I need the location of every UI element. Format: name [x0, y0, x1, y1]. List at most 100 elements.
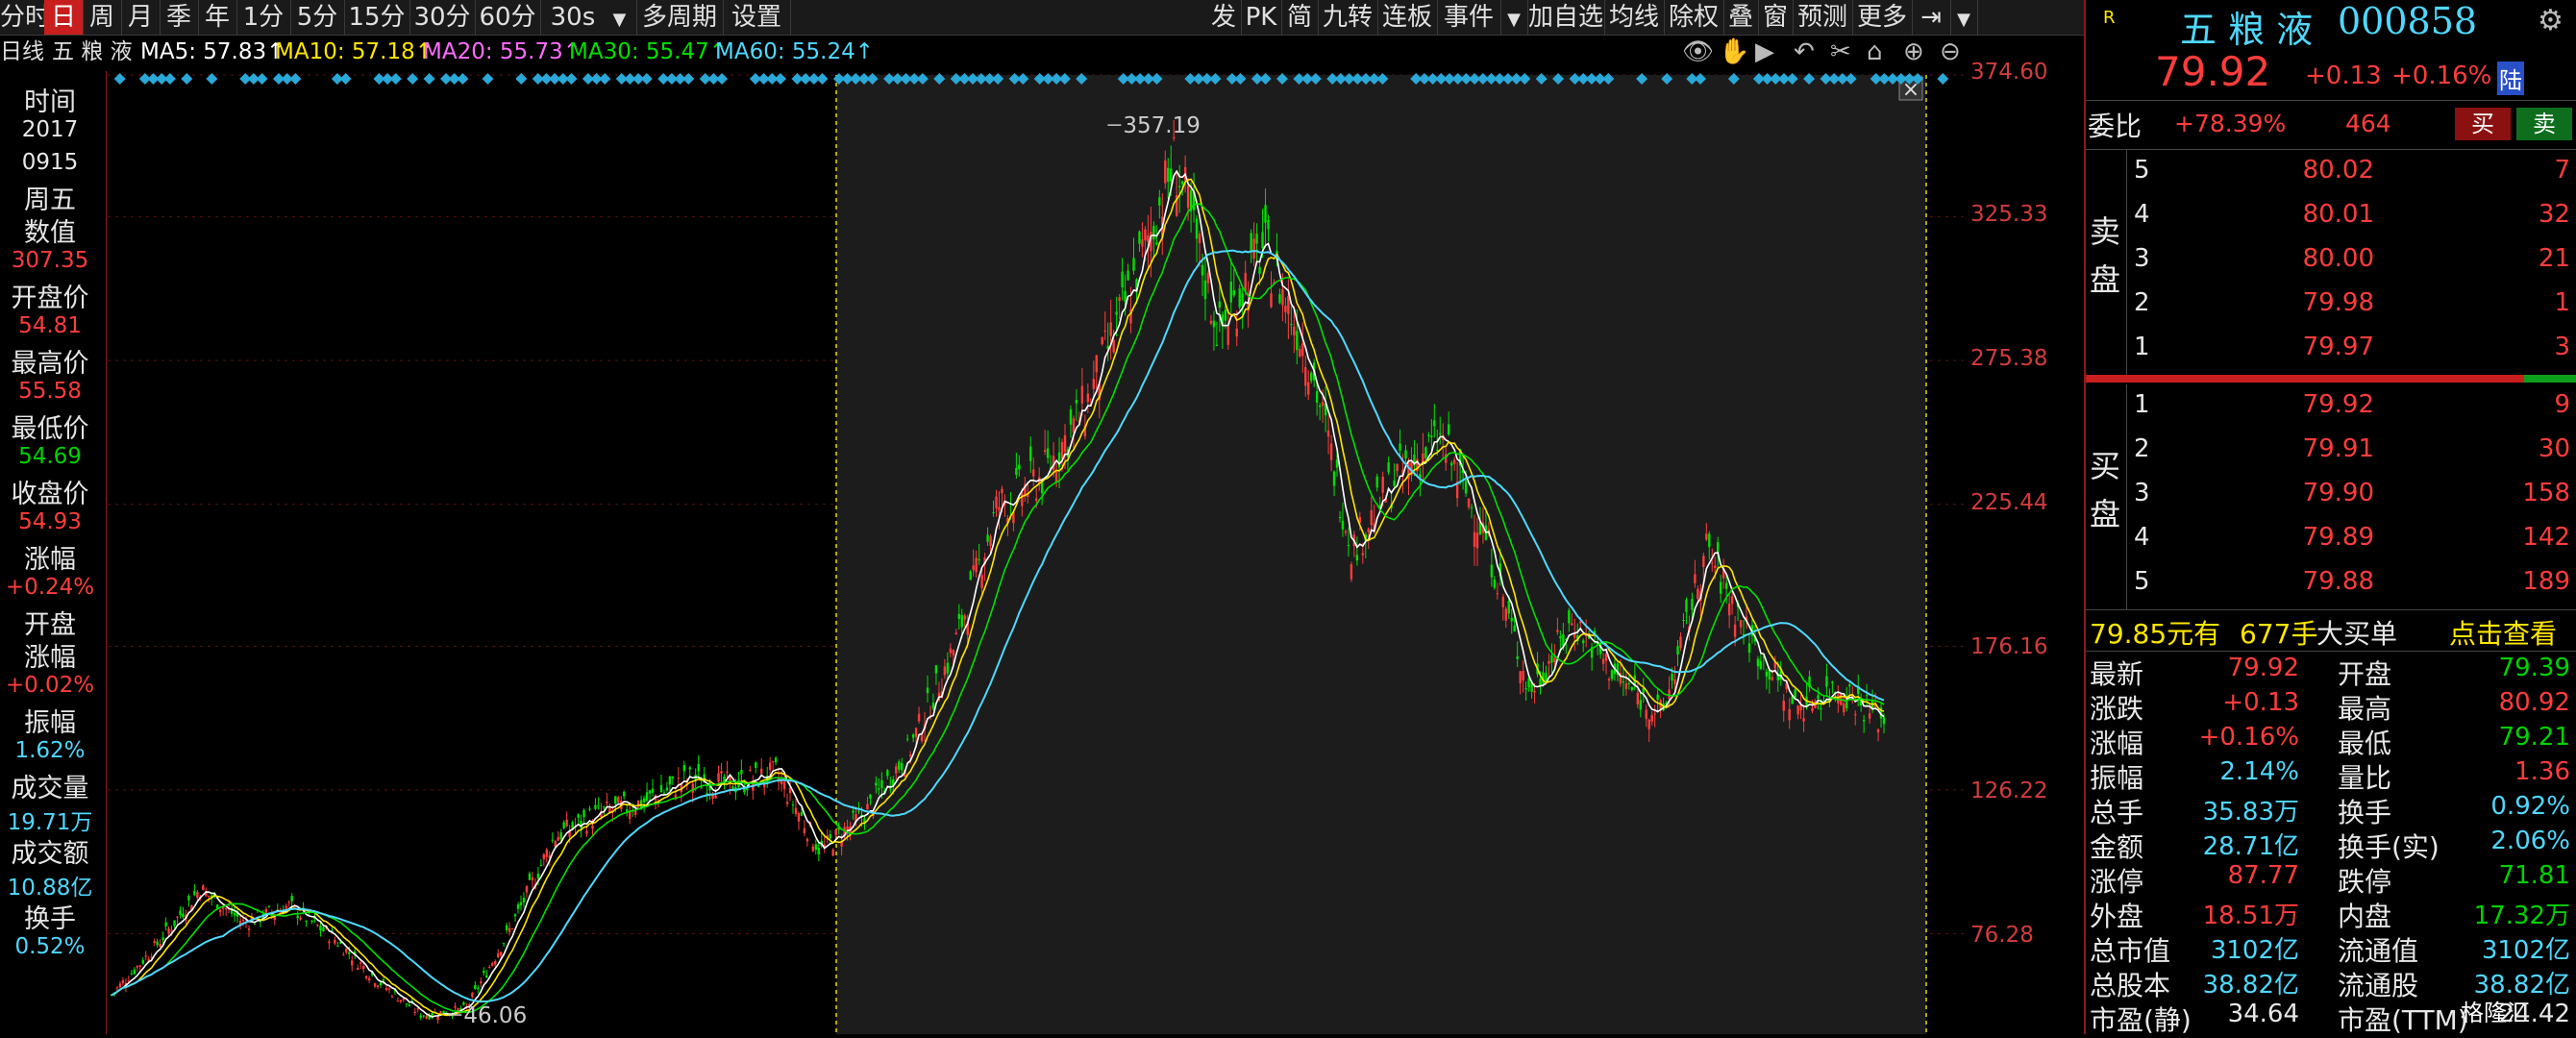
event-diamond[interactable]	[256, 73, 268, 85]
ask-price[interactable]: 80.02	[2278, 156, 2374, 185]
candle-body	[322, 927, 325, 931]
candle-body	[376, 985, 380, 988]
zoom-in-icon[interactable]: ⊕	[1903, 37, 1924, 67]
price-axis-label: 76.28	[1970, 923, 2034, 948]
candle-body	[1264, 205, 1267, 223]
candle-body	[176, 916, 179, 918]
candle-body	[413, 1011, 416, 1013]
candle-body	[1326, 430, 1330, 437]
stat-value: 80.92	[2498, 688, 2570, 717]
sell-button[interactable]: 卖	[2516, 108, 2572, 140]
multi-period-button[interactable]: 多周期	[636, 0, 724, 35]
big-order-view-link[interactable]: 点击查看	[2449, 613, 2557, 652]
period-tab[interactable]: 60分	[475, 0, 541, 35]
tool-button[interactable]: 预测	[1793, 0, 1853, 35]
stat-value: 0.92%	[2490, 792, 2570, 821]
bid-price[interactable]: 79.91	[2278, 434, 2374, 463]
period-tab[interactable]: 年	[198, 0, 237, 35]
stat-label: 跌停	[2338, 866, 2392, 898]
event-diamond[interactable]	[181, 73, 193, 85]
candle-body	[196, 892, 199, 899]
play-icon[interactable]: ▶	[1755, 37, 1774, 67]
candle-body	[1232, 289, 1235, 296]
chevron-down-icon[interactable]: ▼	[1950, 0, 1978, 35]
period-tab[interactable]: 月	[121, 0, 161, 35]
event-diamond[interactable]	[289, 73, 302, 85]
period-tab[interactable]: 1分	[236, 0, 291, 35]
tool-button[interactable]: 连板	[1377, 0, 1438, 35]
tool-button[interactable]: 事件	[1437, 0, 1501, 35]
tool-button[interactable]: 窗	[1758, 0, 1794, 35]
bid-price[interactable]: 79.92	[2278, 390, 2374, 419]
candle-body	[1318, 406, 1322, 408]
bid-price[interactable]: 79.89	[2278, 523, 2374, 552]
lock-icon[interactable]: ⌂	[1867, 37, 1883, 67]
exit-icon[interactable]: ⇥	[1912, 0, 1951, 35]
eye-icon[interactable]: 👁	[1682, 37, 1714, 67]
tool-button[interactable]: 叠	[1723, 0, 1759, 35]
event-diamond[interactable]	[457, 73, 469, 85]
candle-body	[316, 925, 319, 927]
tool-button[interactable]: PK	[1241, 0, 1282, 35]
kline-chart[interactable]: × 357.19 46.06	[108, 69, 1967, 1034]
candle-body	[1811, 707, 1814, 712]
selection-range[interactable]	[836, 75, 1926, 1034]
bid-price[interactable]: 79.90	[2278, 479, 2374, 507]
hand-icon[interactable]: ✋	[1719, 37, 1749, 67]
period-dropdown[interactable]: 30s ▼	[540, 0, 637, 35]
candle-body	[1533, 690, 1536, 693]
tool-button[interactable]: 简	[1281, 0, 1319, 35]
buy-button[interactable]: 买	[2455, 108, 2511, 140]
candle-body	[193, 890, 196, 896]
period-label: 日线	[0, 39, 44, 64]
event-diamond[interactable]	[816, 73, 829, 85]
bid-price[interactable]: 79.88	[2278, 567, 2374, 596]
candle-body	[364, 976, 368, 979]
undo-icon[interactable]: ↶	[1794, 37, 1815, 67]
turnover-value: 0.52%	[14, 934, 86, 959]
volume-value: 19.71万	[7, 810, 93, 835]
settings-button[interactable]: 设置	[723, 0, 791, 35]
gear-icon[interactable]: ⚙	[2538, 4, 2564, 37]
tool-button[interactable]: 九转	[1318, 0, 1378, 35]
zoom-out-icon[interactable]: ⊖	[1940, 37, 1961, 67]
add-watchlist-button[interactable]: 加自选	[1527, 0, 1605, 35]
ask-price[interactable]: 79.97	[2278, 333, 2374, 361]
period-tab-day[interactable]: 日	[44, 0, 84, 35]
big-order-type: 大买单	[2316, 618, 2398, 650]
period-tab[interactable]: 30分	[409, 0, 476, 35]
ask-price[interactable]: 80.00	[2278, 244, 2374, 273]
stat-value: 79.92	[2227, 654, 2299, 682]
bid-level: 3	[2134, 479, 2150, 507]
period-tab[interactable]: 5分	[290, 0, 345, 35]
sell-label-box: 卖盘	[2086, 150, 2127, 375]
candle-body	[1882, 717, 1886, 725]
tool-button[interactable]: 均线	[1604, 0, 1665, 35]
period-tab[interactable]: 周	[83, 0, 122, 35]
period-tab[interactable]: 分时	[0, 0, 50, 35]
chevron-down-icon[interactable]: ▼	[1500, 0, 1528, 35]
tool-button[interactable]: 发	[1206, 0, 1242, 35]
candle-body	[1727, 603, 1731, 616]
ask-price[interactable]: 79.98	[2278, 288, 2374, 317]
event-diamond[interactable]	[339, 73, 352, 85]
candle-body	[1427, 434, 1430, 436]
period-tab[interactable]: 15分	[344, 0, 410, 35]
candle-body	[1032, 469, 1035, 477]
more-button[interactable]: 更多	[1852, 0, 1913, 35]
candle-body	[934, 665, 938, 674]
period-tab[interactable]: 季	[160, 0, 199, 35]
ask-price[interactable]: 80.01	[2278, 200, 2374, 229]
scissors-icon[interactable]: ✂	[1830, 37, 1851, 67]
candle-body	[474, 984, 477, 990]
candle-body	[1682, 619, 1685, 621]
event-diamond[interactable]	[163, 73, 176, 85]
candle-body	[1086, 393, 1090, 403]
event-diamond[interactable]	[640, 73, 653, 85]
tool-button[interactable]: 除权	[1664, 0, 1724, 35]
event-diamond[interactable]	[482, 73, 494, 85]
candle-body	[342, 954, 345, 956]
event-diamond[interactable]	[565, 73, 578, 85]
candle-body	[361, 965, 365, 970]
chevron-down-icon: ▼	[612, 10, 627, 30]
